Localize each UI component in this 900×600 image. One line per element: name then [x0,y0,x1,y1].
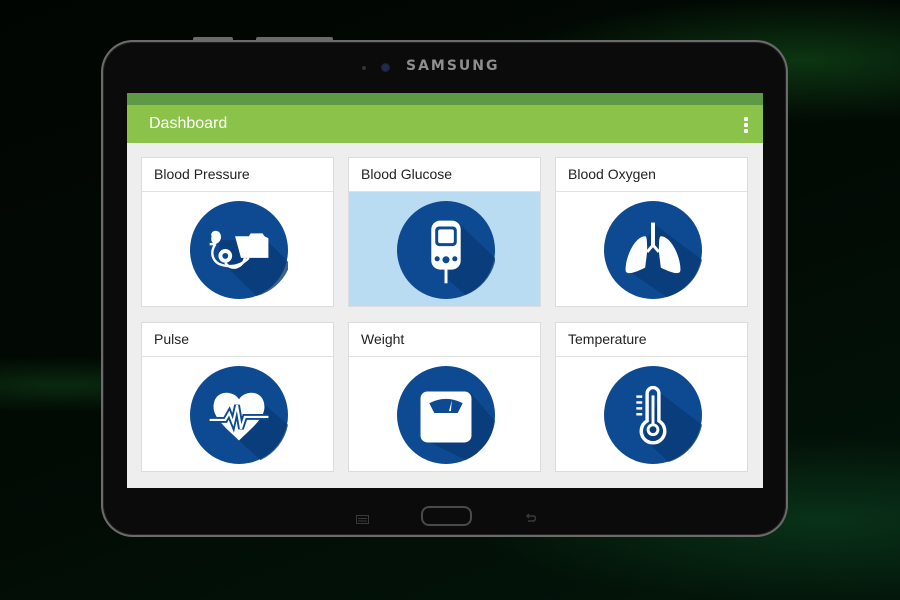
thermometer-icon [604,366,702,464]
app-bar: Dashboard [127,105,763,143]
menu-hardware-button[interactable] [356,511,369,524]
card-title: Blood Pressure [142,158,333,192]
card-title: Pulse [142,323,333,357]
tablet-volume-button [256,37,333,40]
heart-pulse-icon [190,366,288,464]
card-title: Weight [349,323,540,357]
screen: Dashboard Blood Pressure Blood Glucose B… [127,93,763,488]
glucose-meter-icon [397,201,495,299]
card-title: Blood Oxygen [556,158,747,192]
home-hardware-button[interactable] [421,506,472,526]
proximity-sensor [362,66,366,70]
card-blood-oxygen[interactable]: Blood Oxygen [555,157,748,307]
status-bar [127,93,763,105]
more-vert-icon[interactable] [743,117,749,133]
card-title: Temperature [556,323,747,357]
card-blood-pressure[interactable]: Blood Pressure [141,157,334,307]
lungs-icon [604,201,702,299]
tablet-power-button [193,37,233,40]
tablet-device: SAMSUNG Dashboard Blood Pressure Blood G… [101,37,788,537]
brand-logo: SAMSUNG [406,58,500,74]
blood-pressure-cuff-icon [190,201,288,299]
card-title: Blood Glucose [349,158,540,192]
card-blood-glucose[interactable]: Blood Glucose [348,157,541,307]
back-hardware-button[interactable] [525,510,537,522]
card-pulse[interactable]: Pulse [141,322,334,472]
menu-icon [356,515,369,524]
front-camera [382,64,389,71]
back-icon [525,513,537,522]
card-weight[interactable]: Weight [348,322,541,472]
page-title: Dashboard [149,115,228,132]
card-temperature[interactable]: Temperature [555,322,748,472]
scale-icon [397,366,495,464]
